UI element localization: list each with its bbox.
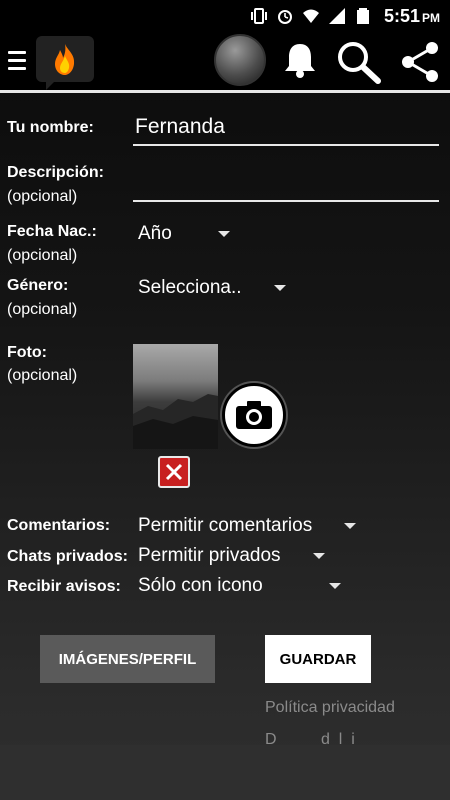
name-field[interactable]: Fernanda	[133, 112, 439, 146]
menu-icon[interactable]	[8, 51, 26, 71]
delete-photo-button[interactable]	[158, 456, 190, 488]
bottom-area	[0, 745, 450, 800]
birth-optional: (opcional)	[7, 247, 78, 264]
gender-value: Selecciona..	[138, 277, 242, 298]
chevron-down-icon	[344, 523, 357, 529]
gender-optional: (opcional)	[7, 301, 78, 318]
gender-label: Género:	[7, 277, 69, 294]
comments-label: Comentarios:	[7, 517, 111, 534]
share-icon[interactable]	[398, 40, 442, 84]
chats-dropdown[interactable]: Permitir privados	[138, 545, 325, 567]
profile-avatar[interactable]	[214, 34, 266, 86]
wifi-icon	[302, 9, 319, 23]
chevron-down-icon	[312, 553, 325, 559]
search-icon[interactable]	[336, 40, 382, 84]
fire-logo-icon[interactable]	[36, 36, 94, 90]
save-button[interactable]: GUARDAR	[265, 635, 371, 683]
close-icon	[165, 463, 183, 481]
alarm-icon	[277, 10, 292, 24]
name-label: Tu nombre:	[7, 119, 94, 136]
chats-value: Permitir privados	[138, 545, 281, 566]
vibrate-icon	[250, 8, 267, 24]
description-optional: (opcional)	[7, 188, 78, 205]
birth-year-dropdown[interactable]: Año	[138, 223, 230, 245]
chevron-down-icon	[328, 583, 341, 589]
photo-label: Foto:	[7, 344, 47, 361]
camera-button[interactable]	[222, 383, 286, 447]
chevron-down-icon	[273, 285, 286, 291]
description-field[interactable]	[133, 168, 439, 202]
app-bar-divider	[0, 90, 450, 93]
bell-icon[interactable]	[280, 40, 320, 80]
signal-icon	[328, 8, 345, 24]
clock: 5:51 PM	[383, 5, 440, 26]
battery-icon	[356, 8, 369, 24]
notices-value: Sólo con icono	[138, 575, 263, 596]
camera-icon	[236, 401, 272, 429]
notices-dropdown[interactable]: Sólo con icono	[138, 575, 341, 597]
comments-value: Permitir comentarios	[138, 515, 313, 536]
images-profile-button[interactable]: IMÁGENES/PERFIL	[40, 635, 215, 683]
chats-label: Chats privados:	[7, 548, 128, 565]
privacy-policy-link[interactable]: Política privacidad	[265, 699, 395, 717]
status-bar: 5:51 PM	[0, 0, 450, 32]
app-bar	[0, 32, 450, 90]
comments-dropdown[interactable]: Permitir comentarios	[138, 515, 357, 537]
birth-label: Fecha Nac.:	[7, 223, 97, 240]
description-label: Descripción:	[7, 164, 104, 181]
profile-photo[interactable]	[133, 344, 218, 449]
birth-year-value: Año	[138, 223, 172, 244]
notices-label: Recibir avisos:	[7, 578, 121, 595]
photo-optional: (opcional)	[7, 367, 78, 384]
chevron-down-icon	[217, 231, 230, 237]
gender-dropdown[interactable]: Selecciona..	[138, 277, 286, 299]
